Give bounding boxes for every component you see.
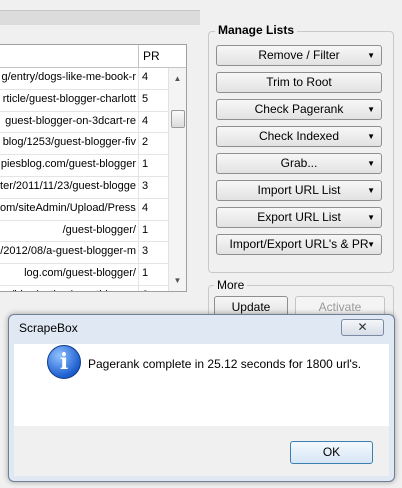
button-label: Import URL List: [257, 183, 341, 197]
column-separator: [138, 68, 139, 89]
manage-button[interactable]: Check Pagerank ▼: [216, 99, 382, 120]
chevron-down-icon: ▼: [367, 51, 375, 60]
scroll-down-icon[interactable]: ▼: [169, 272, 186, 289]
table-row[interactable]: ter/2011/11/23/guest-blogge 3: [0, 176, 168, 199]
button-label: Import/Export URL's & PR: [229, 237, 369, 251]
column-separator: [138, 133, 139, 155]
column-separator: [138, 285, 139, 291]
column-separator: [138, 220, 139, 242]
manage-button[interactable]: Trim to Root: [216, 72, 382, 93]
vertical-scrollbar[interactable]: ▲ ▼: [168, 68, 186, 291]
url-cell: om/siteAdmin/Upload/Press/c: [0, 201, 136, 214]
table-row[interactable]: rticle/guest-blogger-charlott 5: [0, 89, 168, 112]
grid-header: PR: [0, 45, 186, 68]
column-separator: [138, 176, 139, 198]
url-cell: rticle/guest-blogger-charlott: [2, 92, 136, 105]
chevron-down-icon: ▼: [367, 213, 375, 222]
url-cell: piesblog.com/guest-blogger: [0, 158, 136, 171]
manage-button[interactable]: Remove / Filter ▼: [216, 45, 382, 66]
manage-button[interactable]: Export URL List ▼: [216, 207, 382, 228]
pr-cell: 1: [142, 223, 149, 236]
table-row[interactable]: blog/1253/guest-blogger-fiv 2: [0, 133, 168, 156]
url-cell: guest-blogger-on-3dcart-re: [5, 114, 136, 127]
url-cell: m/blog/author/guestblogger: [0, 289, 136, 291]
manage-button[interactable]: Import URL List ▼: [216, 180, 382, 201]
chevron-down-icon: ▼: [367, 159, 375, 168]
pr-cell: 4: [142, 201, 149, 214]
table-row[interactable]: m/blog/author/guestblogger 6: [0, 285, 168, 291]
chevron-down-icon: ▼: [367, 240, 375, 249]
url-grid[interactable]: PR g/entry/dogs-like-me-book-r 4 rticle/gu…: [0, 44, 187, 292]
pr-cell: 6: [142, 289, 148, 291]
ok-button[interactable]: OK: [290, 441, 373, 464]
table-row[interactable]: /2012/08/a-guest-blogger-m 3: [0, 242, 168, 265]
pr-column-header[interactable]: PR: [143, 49, 160, 63]
manage-button[interactable]: Grab... ▼: [216, 153, 382, 174]
manage-button[interactable]: Import/Export URL's & PR ▼: [216, 234, 382, 255]
scrapebox-dialog: ScrapeBox ✕ i Pagerank complete in 25.12…: [8, 314, 395, 482]
pr-cell: 1: [142, 158, 149, 171]
close-icon[interactable]: ✕: [341, 319, 384, 336]
url-column-header[interactable]: [0, 45, 139, 67]
manage-lists-title: Manage Lists: [215, 23, 298, 37]
column-separator: [138, 242, 139, 264]
chevron-down-icon: ▼: [367, 132, 375, 141]
pr-cell: 4: [142, 71, 149, 83]
pr-cell: 5: [142, 92, 149, 105]
toolbar-edge: [0, 10, 200, 25]
info-icon: i: [47, 345, 81, 379]
column-separator: [138, 198, 139, 220]
manage-button[interactable]: Check Indexed ▼: [216, 126, 382, 147]
button-label: Export URL List: [257, 210, 341, 224]
more-title: More: [214, 278, 248, 292]
chevron-down-icon: ▼: [367, 105, 375, 114]
url-cell: blog/1253/guest-blogger-fiv: [2, 136, 136, 149]
url-cell: /guest-blogger/: [62, 223, 136, 236]
pr-cell: 2: [142, 136, 149, 149]
grid-rows: g/entry/dogs-like-me-book-r 4 rticle/guest…: [0, 68, 168, 291]
dialog-title: ScrapeBox: [19, 321, 78, 335]
pr-cell: 1: [142, 267, 149, 280]
table-row[interactable]: log.com/guest-blogger/1: [0, 264, 168, 286]
button-label: Check Pagerank: [254, 102, 344, 116]
top-strip: [0, 0, 200, 40]
button-label: Remove / Filter: [258, 48, 340, 62]
table-row[interactable]: guest-blogger-on-3dcart-re 4: [0, 111, 168, 134]
table-row[interactable]: /guest-blogger/1: [0, 220, 168, 243]
pr-cell: 4: [142, 114, 149, 127]
column-separator: [138, 89, 139, 111]
url-cell: log.com/guest-blogger/: [24, 267, 136, 280]
table-row[interactable]: om/siteAdmin/Upload/Press/c 4: [0, 198, 168, 221]
url-cell: ter/2011/11/23/guest-blogge: [0, 179, 136, 192]
column-separator: [138, 264, 139, 285]
column-separator: [138, 155, 139, 176]
table-row[interactable]: g/entry/dogs-like-me-book-r 4: [0, 68, 168, 90]
pr-cell: 3: [142, 179, 149, 192]
dialog-message: Pagerank complete in 25.12 seconds for 1…: [88, 357, 362, 371]
pr-cell: 3: [142, 245, 149, 258]
url-cell: /2012/08/a-guest-blogger-m: [0, 245, 136, 258]
url-cell: g/entry/dogs-like-me-book-r: [1, 71, 137, 83]
scroll-up-icon[interactable]: ▲: [169, 70, 186, 87]
button-label: Trim to Root: [266, 75, 332, 89]
chevron-down-icon: ▼: [367, 186, 375, 195]
scroll-thumb[interactable]: [171, 110, 185, 128]
column-separator: [138, 111, 139, 133]
button-label: Check Indexed: [258, 129, 340, 143]
table-row[interactable]: piesblog.com/guest-blogger 1: [0, 155, 168, 177]
button-label: Grab...: [280, 156, 318, 170]
